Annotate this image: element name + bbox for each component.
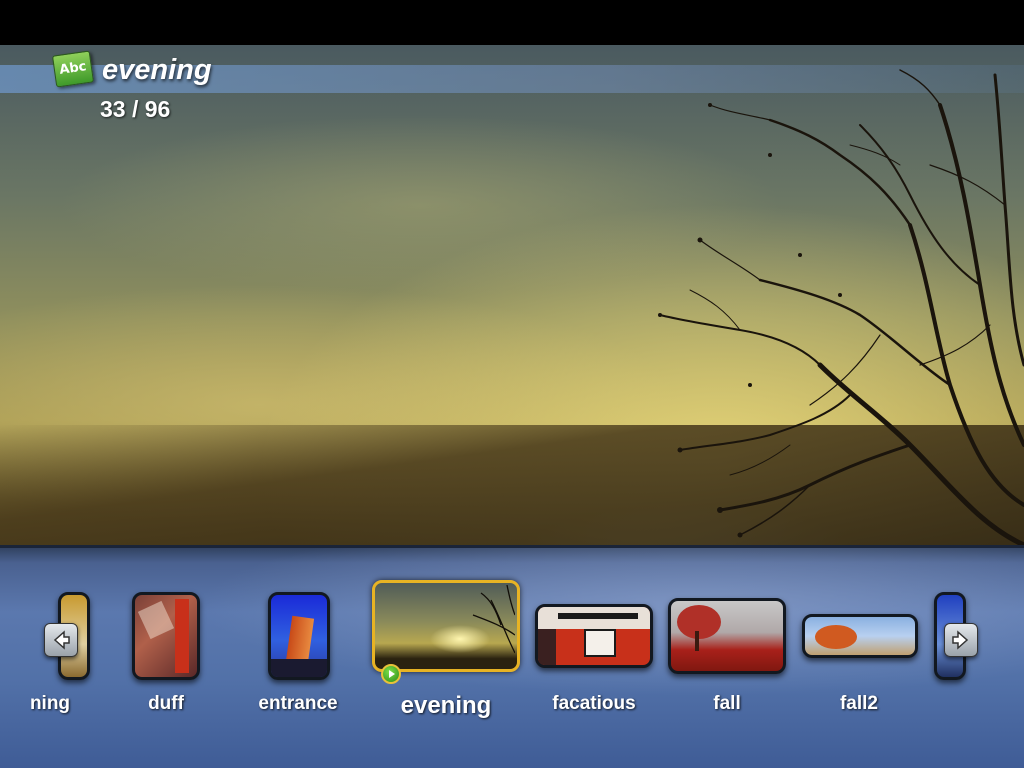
tree-silhouette [658,69,1024,545]
thumbnail-label: ning [29,693,71,714]
thumbnail-label: fall [713,693,741,714]
abc-text-icon: Abc [51,50,95,88]
thumbnail-duff[interactable] [132,592,200,680]
page-title: evening [102,54,212,86]
thumbnail-label: facatious [552,693,636,714]
thumbnail-fall[interactable] [668,598,786,674]
arrow-right-icon [952,630,969,650]
thumbnail-entrance[interactable] [268,592,330,680]
thumbnail-label: entrance [258,693,338,714]
next-button[interactable] [944,623,978,657]
top-bar [0,0,1024,45]
thumbnail-fall2[interactable] [802,614,918,658]
thumbnail-label: fall2 [839,693,879,714]
photo-counter: 33 / 96 [100,96,171,122]
thumbnail-facatious[interactable] [535,604,653,668]
strip-divider [0,545,1024,548]
thumbnail-label: duff [148,693,184,714]
play-icon[interactable] [381,664,401,684]
thumbnail-evening[interactable] [372,580,520,672]
thumbnail-label-selected: evening [400,692,492,719]
arrow-left-icon [53,630,70,650]
prev-button[interactable] [44,623,78,657]
